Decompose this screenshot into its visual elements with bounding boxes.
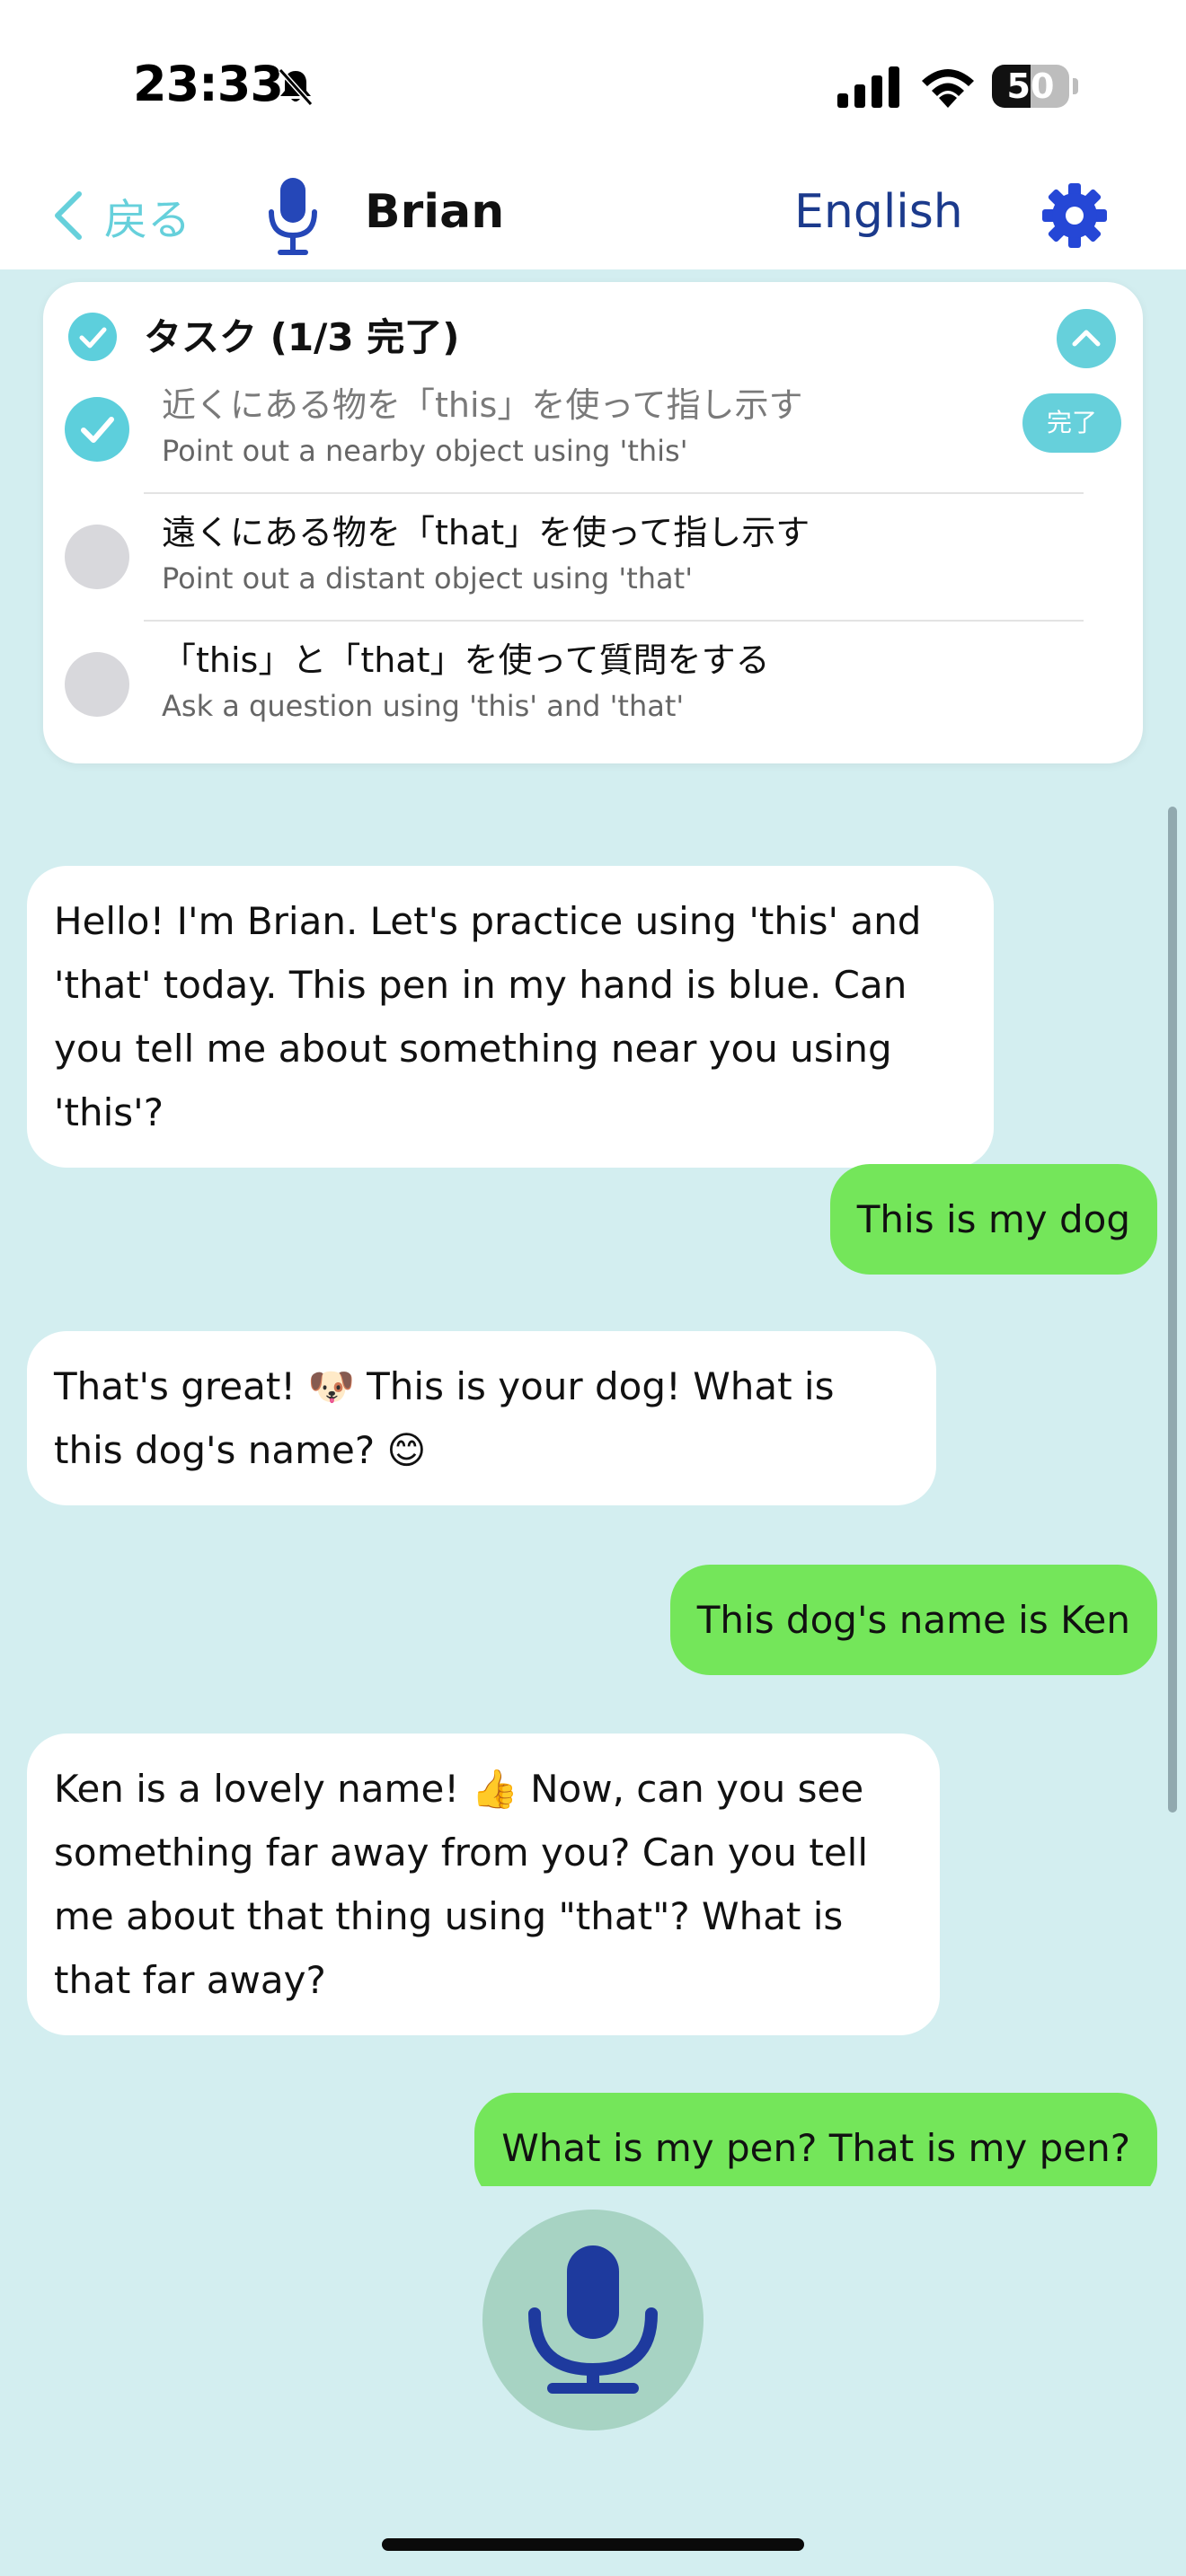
- task-subtitle: Point out a nearby object using 'this': [162, 434, 688, 468]
- task-title: 遠くにある物を「that」を使って指し示す: [162, 513, 810, 552]
- bot-message: That's great! 🐶 This is your dog! What i…: [27, 1331, 936, 1505]
- task-subtitle: Ask a question using 'this' and 'that': [162, 689, 685, 723]
- microphone-icon: [528, 2245, 658, 2394]
- status-time: 23:33: [133, 56, 284, 112]
- bot-message: Ken is a lovely name! 👍 Now, can you see…: [27, 1734, 940, 2035]
- battery-indicator: 50: [992, 65, 1078, 108]
- back-label: 戻る: [104, 195, 191, 245]
- task-title: 近くにある物を「this」を使って指し示す: [162, 385, 803, 425]
- home-indicator[interactable]: [382, 2538, 804, 2551]
- user-message: This dog's name is Ken: [669, 1565, 1157, 1675]
- chat-area[interactable]: Hello! I'm Brian. Let's practice using '…: [0, 808, 1186, 2186]
- record-mic-button[interactable]: [482, 2210, 704, 2430]
- chat-scrollbar[interactable]: [1168, 807, 1177, 1813]
- task-checkbox[interactable]: [65, 652, 129, 717]
- collapse-tasks-button[interactable]: [1057, 309, 1116, 368]
- user-message: This is my dog: [829, 1164, 1157, 1275]
- checkmark-icon: [81, 417, 114, 443]
- done-badge: 完了: [1022, 393, 1121, 453]
- checkmark-icon: [79, 327, 107, 348]
- status-bar: 23:33 50: [0, 0, 1186, 162]
- task-subtitle: Point out a distant object using 'that': [162, 561, 693, 595]
- bot-message: Hello! I'm Brian. Let's practice using '…: [27, 866, 994, 1168]
- task-card: タスク (1/3 完了) 近くにある物を「this」を使って指し示す Point…: [43, 282, 1143, 763]
- task-item[interactable]: 近くにある物を「this」を使って指し示す Point out a nearby…: [43, 366, 1143, 494]
- task-header-title: タスク (1/3 完了): [144, 315, 460, 359]
- microphone-icon: [269, 178, 317, 255]
- chevron-up-icon: [1072, 330, 1101, 347]
- language-selector[interactable]: English: [794, 185, 963, 239]
- bell-slash-icon: [278, 67, 314, 107]
- task-checkbox-done[interactable]: [65, 397, 129, 462]
- user-message: What is my pen? That is my pen?: [474, 2093, 1157, 2186]
- task-item[interactable]: 「this」と「that」を使って質問をする Ask a question us…: [43, 622, 1143, 749]
- task-header-check: [68, 313, 117, 361]
- back-button[interactable]: 戻る: [50, 180, 190, 251]
- task-title: 「this」と「that」を使って質問をする: [162, 640, 770, 680]
- battery-level-text: 50: [1006, 66, 1055, 106]
- gear-icon[interactable]: [1040, 181, 1109, 250]
- task-item[interactable]: 遠くにある物を「that」を使って指し示す Point out a distan…: [43, 494, 1143, 622]
- cellular-signal-icon: [837, 66, 899, 108]
- chevron-left-icon: [55, 191, 82, 240]
- wifi-icon: [922, 69, 974, 108]
- task-checkbox[interactable]: [65, 525, 129, 589]
- tutor-name: Brian: [365, 185, 505, 239]
- nav-bar: 戻る Brian English: [0, 162, 1186, 269]
